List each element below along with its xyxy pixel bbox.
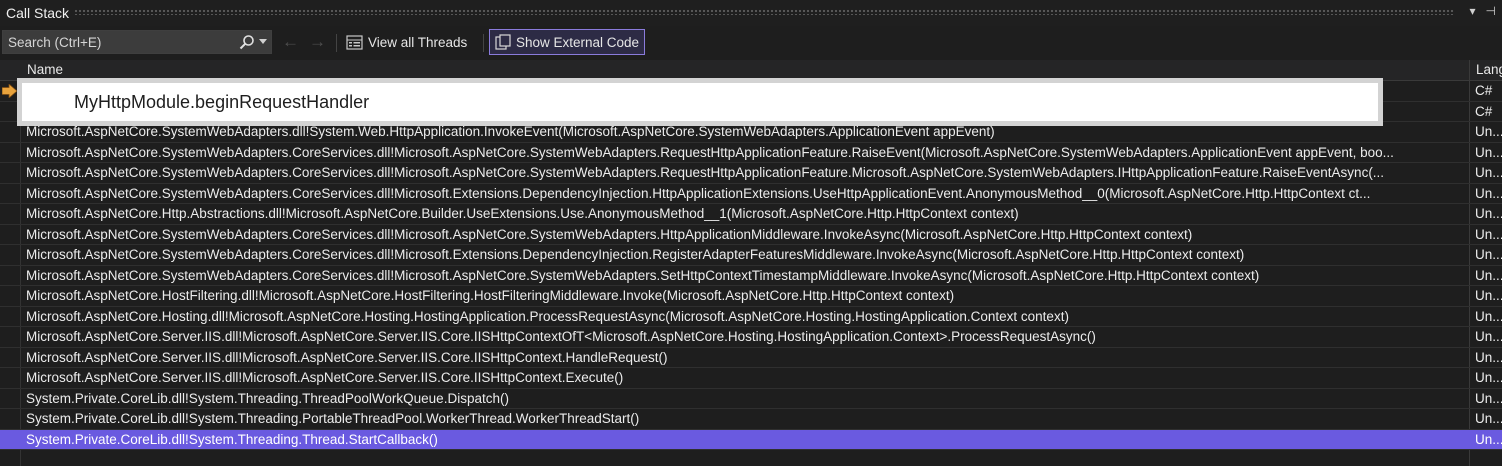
frame-language: Un... xyxy=(1475,431,1502,447)
frame-name: Microsoft.AspNetCore.SystemWebAdapters.C… xyxy=(26,267,1260,283)
frame-name: Microsoft.AspNetCore.SystemWebAdapters.C… xyxy=(26,144,1394,160)
frame-language: Un... xyxy=(1475,267,1502,283)
column-header-language[interactable]: Lang xyxy=(1476,62,1502,77)
view-all-threads-button[interactable]: View all Threads xyxy=(341,29,472,55)
frame-language: Un... xyxy=(1475,247,1502,262)
stack-frame-row[interactable]: Microsoft.AspNetCore.Hosting.dll!Microso… xyxy=(0,307,1502,327)
frame-language: Un... xyxy=(1475,370,1502,385)
show-external-code-button[interactable]: Show External Code xyxy=(489,29,646,55)
show-external-code-label: Show External Code xyxy=(516,34,640,50)
frame-name: System.Private.CoreLib.dll!System.Thread… xyxy=(26,431,438,447)
search-input[interactable]: Search (Ctrl+E) xyxy=(8,35,101,50)
frame-language: Un... xyxy=(1475,144,1502,160)
forward-arrow-icon[interactable]: → xyxy=(309,32,326,52)
frame-language: C# xyxy=(1475,103,1493,119)
highlight-callout: MyHttpModule.beginRequestHandler xyxy=(17,78,1383,126)
stack-frame-row[interactable]: System.Private.CoreLib.dll!System.Thread… xyxy=(0,389,1502,409)
column-header-name[interactable]: Name xyxy=(27,62,63,77)
search-icon[interactable] xyxy=(239,34,255,50)
frame-name: Microsoft.AspNetCore.SystemWebAdapters.C… xyxy=(26,226,1193,242)
call-stack-rows: C# C# Microsoft.AspNetCore.SystemWebAdap… xyxy=(0,81,1502,450)
frame-language: Un... xyxy=(1475,349,1502,365)
frame-name: Microsoft.AspNetCore.Server.IIS.dll!Micr… xyxy=(26,349,668,365)
frame-language: Un... xyxy=(1475,411,1502,426)
frame-name: System.Private.CoreLib.dll!System.Thread… xyxy=(26,390,509,406)
stack-frame-row[interactable]: Microsoft.AspNetCore.HostFiltering.dll!M… xyxy=(0,286,1502,307)
frame-language: Un... xyxy=(1475,185,1502,201)
back-arrow-icon[interactable]: ← xyxy=(282,32,299,52)
frame-language: Un... xyxy=(1475,226,1502,242)
window-dropdown-icon[interactable]: ▾ xyxy=(1470,4,1476,18)
stack-frame-row-selected[interactable]: System.Private.CoreLib.dll!System.Thread… xyxy=(0,429,1502,450)
stack-frame-row[interactable]: Microsoft.AspNetCore.Server.IIS.dll!Micr… xyxy=(0,348,1502,368)
title-bar: Call Stack ▾ ⊣ xyxy=(0,0,1502,26)
search-box[interactable]: Search (Ctrl+E) xyxy=(2,30,272,54)
stack-frame-row[interactable]: Microsoft.AspNetCore.SystemWebAdapters.C… xyxy=(0,266,1502,286)
frame-language: C# xyxy=(1475,83,1493,98)
frame-name: Microsoft.AspNetCore.SystemWebAdapters.d… xyxy=(26,124,995,139)
frame-name: Microsoft.AspNetCore.SystemWebAdapters.C… xyxy=(26,165,1385,180)
stack-frame-row[interactable]: System.Private.CoreLib.dll!System.Thread… xyxy=(0,409,1502,430)
toolbar-separator xyxy=(483,34,484,52)
frame-language: Un... xyxy=(1475,329,1502,344)
external-code-icon xyxy=(495,34,511,50)
frame-language: Un... xyxy=(1475,308,1502,324)
stack-frame-row[interactable]: Microsoft.AspNetCore.Http.Abstractions.d… xyxy=(0,204,1502,225)
frame-language: Un... xyxy=(1475,288,1502,303)
frame-language: Un... xyxy=(1475,124,1502,139)
frame-name: Microsoft.AspNetCore.Server.IIS.dll!Micr… xyxy=(26,370,624,385)
frame-language: Un... xyxy=(1475,165,1502,180)
stack-frame-row[interactable]: Microsoft.AspNetCore.Server.IIS.dll!Micr… xyxy=(0,368,1502,389)
stack-frame-row[interactable]: Microsoft.AspNetCore.SystemWebAdapters.C… xyxy=(0,143,1502,163)
frame-language: Un... xyxy=(1475,206,1502,221)
frame-language: Un... xyxy=(1475,390,1502,406)
title-bar-controls: ▾ ⊣ xyxy=(1460,4,1496,18)
chevron-down-icon[interactable] xyxy=(259,39,267,45)
stack-frame-row[interactable]: Microsoft.AspNetCore.SystemWebAdapters.C… xyxy=(0,163,1502,184)
frame-name: Microsoft.AspNetCore.Server.IIS.dll!Micr… xyxy=(26,329,1096,344)
current-frame-arrow-icon xyxy=(2,84,17,98)
window-title: Call Stack xyxy=(6,5,70,21)
frame-name: Microsoft.AspNetCore.SystemWebAdapters.C… xyxy=(26,185,1371,201)
highlight-callout-text: MyHttpModule.beginRequestHandler xyxy=(74,92,370,112)
frame-name: Microsoft.AspNetCore.HostFiltering.dll!M… xyxy=(26,288,955,303)
frame-name: Microsoft.AspNetCore.Hosting.dll!Microso… xyxy=(26,308,1069,324)
frame-name: Microsoft.AspNetCore.SystemWebAdapters.C… xyxy=(26,247,1245,262)
highlight-callout-inner: MyHttpModule.beginRequestHandler xyxy=(22,83,1378,121)
view-all-threads-label: View all Threads xyxy=(368,34,468,50)
toolbar: Search (Ctrl+E) ← → View all Threads Sho… xyxy=(0,28,1502,58)
stack-frame-row[interactable]: Microsoft.AspNetCore.SystemWebAdapters.C… xyxy=(0,225,1502,245)
drag-grip[interactable] xyxy=(74,9,1454,15)
pin-icon[interactable]: ⊣ xyxy=(1486,4,1496,18)
threads-icon xyxy=(346,34,363,50)
stack-frame-row[interactable]: Microsoft.AspNetCore.SystemWebAdapters.C… xyxy=(0,245,1502,266)
stack-frame-row[interactable]: Microsoft.AspNetCore.SystemWebAdapters.C… xyxy=(0,184,1502,204)
toolbar-separator xyxy=(336,34,337,52)
frame-name: Microsoft.AspNetCore.Http.Abstractions.d… xyxy=(26,206,1019,221)
frame-name: System.Private.CoreLib.dll!System.Thread… xyxy=(26,411,640,426)
stack-frame-row[interactable]: Microsoft.AspNetCore.Server.IIS.dll!Micr… xyxy=(0,327,1502,348)
